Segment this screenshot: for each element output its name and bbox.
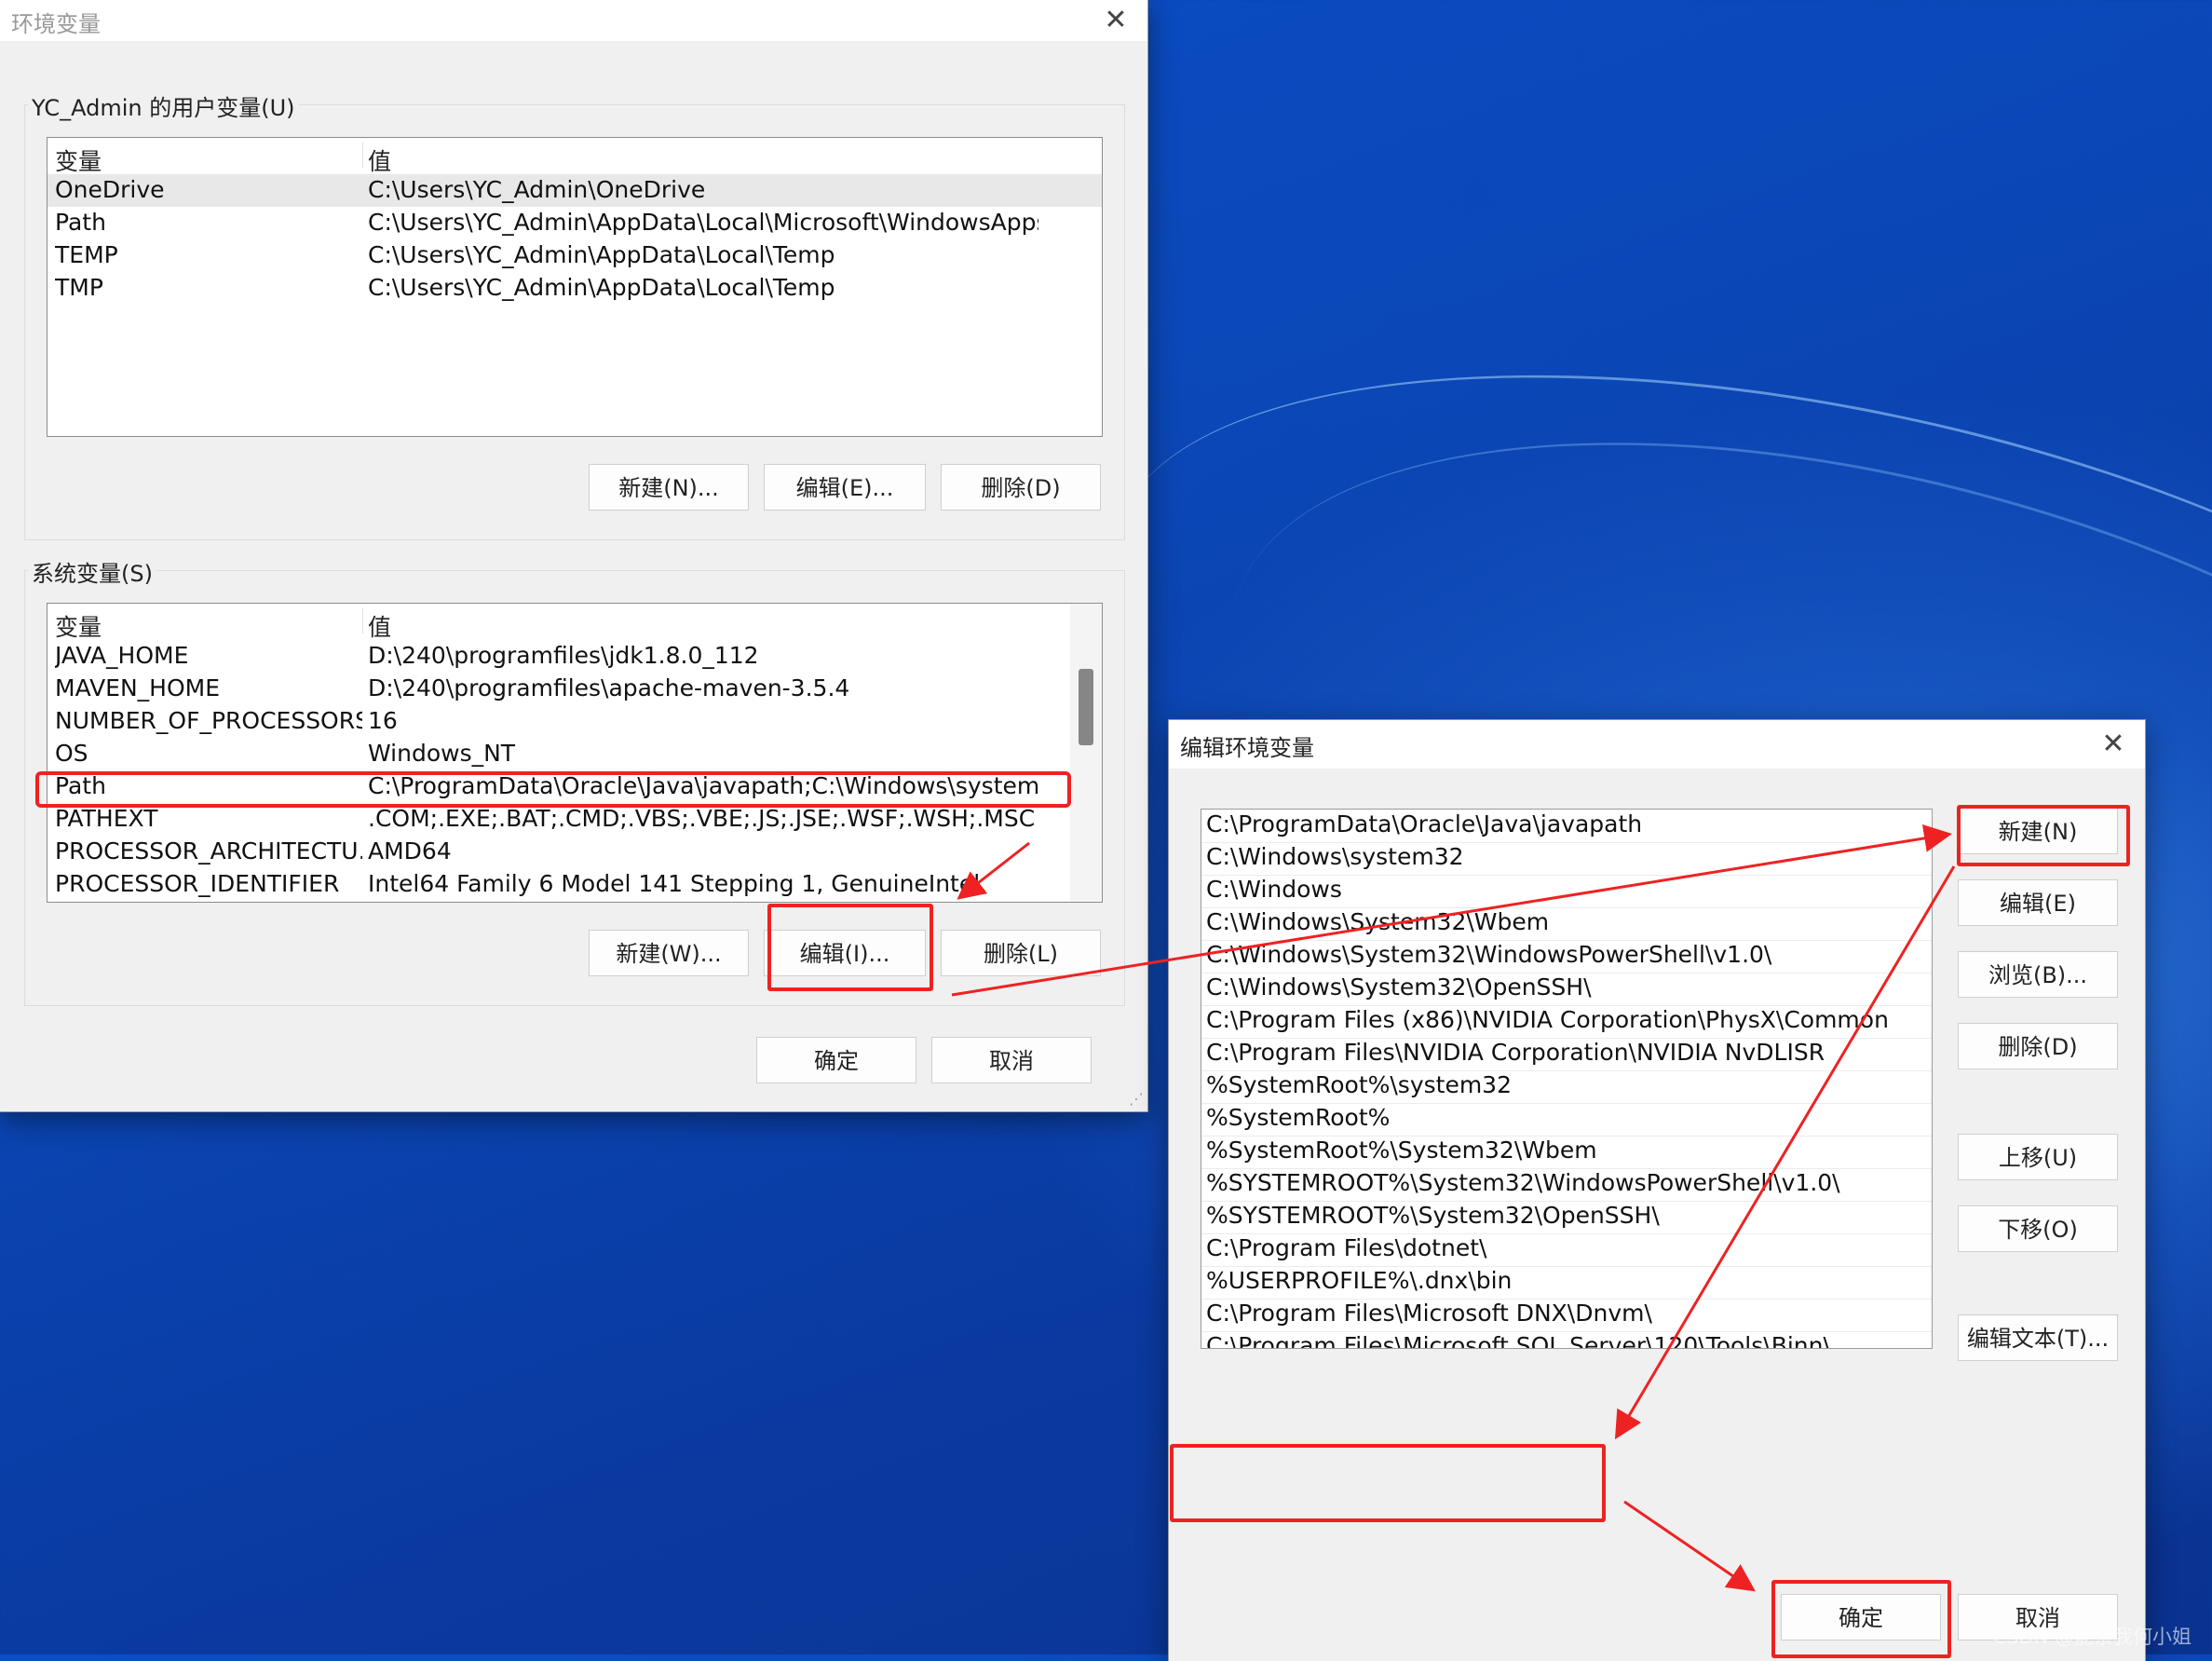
annotation-arrows — [951, 824, 1956, 1592]
annotation-arrow — [951, 824, 1952, 997]
watermark: CSDN @能奈我何小姐 — [1992, 1626, 2192, 1648]
annotation-arrow — [957, 841, 1030, 900]
annotation-arrow — [1614, 865, 1956, 1440]
annotation-arrow — [1623, 1500, 1756, 1592]
